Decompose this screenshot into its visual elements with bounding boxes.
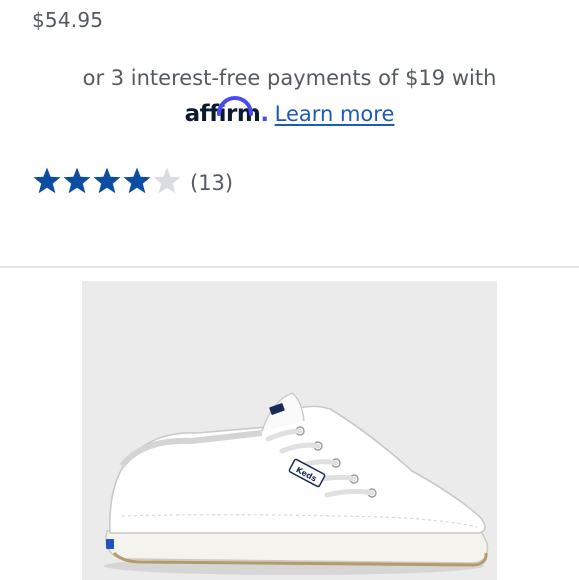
affirm-arc-icon <box>216 96 253 116</box>
product-image[interactable]: Keds <box>82 281 497 580</box>
product-price: $54.95 <box>32 8 104 32</box>
rating-stars[interactable]: (13) <box>32 166 233 200</box>
star-empty-icon <box>153 167 181 194</box>
affirm-logo-dot: . <box>260 101 269 127</box>
affirm-row: affirm. Learn more <box>0 96 579 128</box>
star-filled-icon <box>63 167 91 194</box>
star-filled-icon <box>93 167 121 194</box>
star-filled-icon <box>123 167 151 194</box>
affirm-logo: affirm. <box>185 96 269 128</box>
financing-text: or 3 interest-free payments of $19 with <box>82 66 497 90</box>
stars-container <box>32 166 182 200</box>
section-divider <box>0 266 579 268</box>
learn-more-link[interactable]: Learn more <box>275 100 395 128</box>
review-count[interactable]: (13) <box>190 171 233 195</box>
product-detail-page: $54.95 or 3 interest-free payments of $1… <box>0 0 579 580</box>
star-filled-icon <box>33 167 61 194</box>
shoe-image: Keds <box>104 392 489 575</box>
